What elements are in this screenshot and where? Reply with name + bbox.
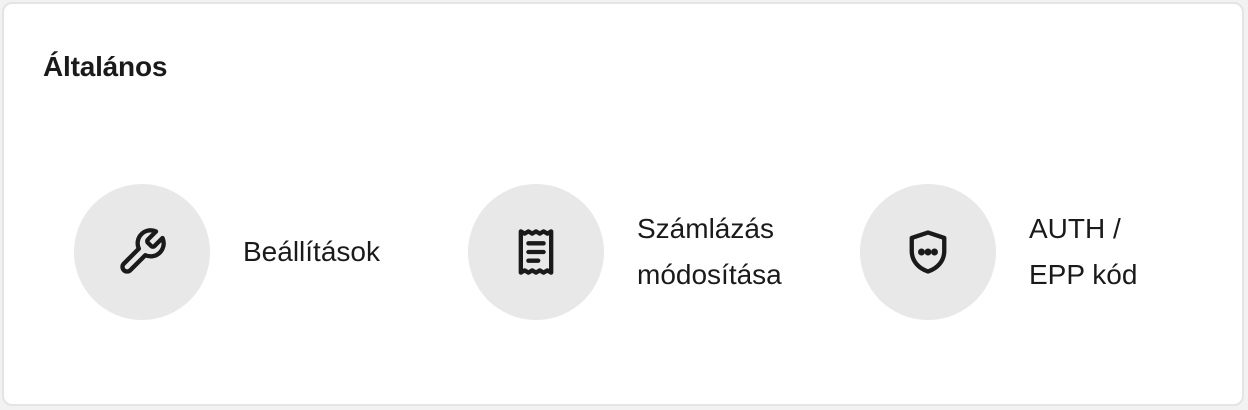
billing-edit-action[interactable]: Számlázás módosítása — [468, 184, 860, 320]
auth-icon-circle — [860, 184, 996, 320]
auth-code-label: AUTH / EPP kód — [1029, 213, 1138, 290]
settings-action[interactable]: Beállítások — [74, 184, 468, 320]
action-list: Beállítások Számlázás módosítása AUTH / … — [74, 184, 1160, 320]
receipt-icon — [518, 229, 554, 275]
billing-edit-label: Számlázás módosítása — [637, 213, 782, 290]
general-card: Általános Beállítások Számlázás módosítá… — [2, 2, 1244, 406]
settings-icon-circle — [74, 184, 210, 320]
shield-icon — [909, 230, 947, 274]
section-title: Általános — [43, 51, 168, 82]
billing-icon-circle — [468, 184, 604, 320]
settings-label: Beállítások — [243, 236, 380, 267]
auth-code-action[interactable]: AUTH / EPP kód — [860, 184, 1160, 320]
wrench-icon — [120, 228, 166, 274]
